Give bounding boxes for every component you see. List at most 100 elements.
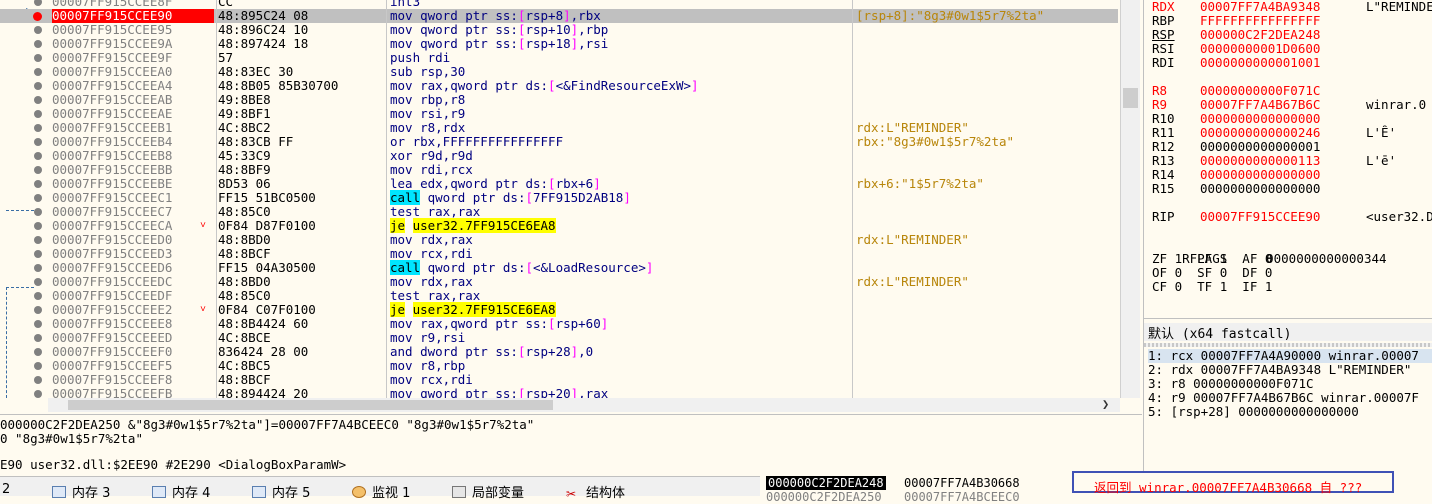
disassembly-row[interactable]: 00007FF915CCEEB4 48:83CB FF or rbx,FFFFFFF…: [0, 135, 1118, 149]
register-value[interactable]: 0000000000000246: [1200, 126, 1366, 140]
register-row[interactable]: R13 0000000000000113 L'ē': [1152, 154, 1396, 168]
breakpoint-dot-icon[interactable]: [34, 292, 42, 300]
disassembly-pane[interactable]: ▶ 00007FF915CCEE8FCCint300007FF915CCEE90…: [0, 0, 1120, 398]
breakpoint-dot-icon[interactable]: [34, 40, 42, 48]
instruction-address[interactable]: 00007FF915CCEEDF: [52, 289, 214, 303]
breakpoint-dot-icon[interactable]: [34, 110, 42, 118]
instruction-address[interactable]: 00007FF915CCEE9A: [52, 37, 214, 51]
disassembly-row[interactable]: 00007FF915CCEED6 FF15 04A30500 call qword …: [0, 260, 1118, 275]
breakpoint-dot-icon[interactable]: [34, 124, 42, 132]
instruction-address[interactable]: 00007FF915CCEEF5: [52, 359, 214, 373]
disassembly-row[interactable]: 00007FF915CCEED3 48:8BCF mov rcx,rdi: [0, 247, 1118, 261]
disassembly-row[interactable]: 00007FF915CCEEFB 48:894424 20 mov qword pt…: [0, 387, 1118, 398]
instruction-address[interactable]: 00007FF915CCEEED: [52, 331, 214, 345]
instruction-address[interactable]: 00007FF915CCEEBE: [52, 177, 214, 191]
breakpoint-dot-icon[interactable]: [34, 166, 42, 174]
register-row[interactable]: R10 0000000000000000: [1152, 112, 1366, 126]
register-value[interactable]: 00007FF915CCEE90: [1200, 210, 1366, 224]
breakpoint-dot-icon[interactable]: [34, 236, 42, 244]
disassembly-row[interactable]: 00007FF915CCEECA ˅ 0F84 D87F0100 je user32.…: [0, 218, 1118, 233]
breakpoint-dot-icon[interactable]: [34, 264, 42, 272]
instruction-address[interactable]: 00007FF915CCEEC7: [52, 205, 214, 219]
instruction-address[interactable]: 00007FF915CCEEF0: [52, 345, 214, 359]
disassembly-row[interactable]: 00007FF915CCEEB1 4C:8BC2 mov r8,rdx rdx:L"R…: [0, 121, 1118, 135]
tab-memory[interactable]: 内存 5: [252, 482, 310, 501]
instruction-address[interactable]: 00007FF915CCEEAE: [52, 107, 214, 121]
register-row[interactable]: [1152, 70, 1366, 84]
breakpoint-dot-icon[interactable]: [34, 180, 42, 188]
calling-convention-selector[interactable]: 默认 (x64 fastcall): [1144, 323, 1432, 342]
breakpoint-dot-icon[interactable]: [34, 152, 42, 160]
instruction-address[interactable]: 00007FF915CCEEDC: [52, 275, 214, 289]
disassembly-row[interactable]: 00007FF915CCEEF8 48:8BCF mov rcx,rdi: [0, 373, 1118, 387]
register-value[interactable]: 0000000000000001: [1200, 140, 1366, 154]
register-row[interactable]: [1152, 196, 1366, 210]
disassembly-row[interactable]: 00007FF915CCEEAB 49:8BE8 mov rbp,r8: [0, 93, 1118, 107]
tab-locals[interactable]: 局部变量: [452, 482, 524, 501]
registers-pane[interactable]: RDX 00007FF7A4BA9348 L"REMINDE RBP FFFFFFFFF…: [1143, 0, 1432, 318]
register-value[interactable]: FFFFFFFFFFFFFFFF: [1200, 14, 1366, 28]
breakpoint-dot-icon[interactable]: [34, 194, 42, 202]
disassembly-row[interactable]: 00007FF915CCEEDC 48:8BD0 mov rdx,rax rdx:L"…: [0, 275, 1118, 289]
argument-row[interactable]: 5: [rsp+28] 0000000000000000: [1148, 405, 1359, 419]
instruction-address[interactable]: 00007FF915CCEED0: [52, 233, 214, 247]
instruction-address[interactable]: 00007FF915CCEEBB: [52, 163, 214, 177]
breakpoint-dot-icon[interactable]: [34, 348, 42, 356]
register-row[interactable]: R11 0000000000000246 L'Ȇ': [1152, 126, 1396, 140]
instruction-address[interactable]: 00007FF915CCEECA: [52, 219, 214, 233]
instruction-address[interactable]: 00007FF915CCEEC1: [52, 191, 214, 205]
breakpoint-dot-icon[interactable]: [34, 208, 42, 216]
stack-address-selected[interactable]: 000000C2F2DEA248: [766, 476, 886, 490]
disassembly-row[interactable]: 00007FF915CCEEBE 8D53 06 lea edx,qword ptr…: [0, 177, 1118, 191]
breakpoint-dot-icon[interactable]: [34, 96, 42, 104]
disassembly-row[interactable]: 00007FF915CCEEED 4C:8BCE mov r9,rsi: [0, 331, 1118, 345]
disassembly-row[interactable]: 00007FF915CCEEE2 ˅ 0F84 C07F0100 je user32.…: [0, 302, 1118, 317]
instruction-address[interactable]: 00007FF915CCEE9F: [52, 51, 214, 65]
tab-watch[interactable]: 监视 1: [352, 482, 410, 501]
register-row[interactable]: R12 0000000000000001: [1152, 140, 1366, 154]
register-value[interactable]: 00007FF7A4BA9348: [1200, 0, 1366, 14]
instruction-address[interactable]: 00007FF915CCEEB8: [52, 149, 214, 163]
register-row[interactable]: R15 0000000000000000: [1152, 182, 1366, 196]
disassembly-row[interactable]: 00007FF915CCEEF5 4C:8BC5 mov r8,rbp: [0, 359, 1118, 373]
register-row[interactable]: RDX 00007FF7A4BA9348 L"REMINDE: [1152, 0, 1432, 14]
stack-dump[interactable]: 000000C2F2DEA248 00007FF7A4B30668 000000…: [762, 476, 1066, 504]
disassembly-row[interactable]: 00007FF915CCEEA0 48:83EC 30 sub rsp,30: [0, 65, 1118, 79]
jump-fold-icon[interactable]: ˅: [200, 219, 206, 233]
register-row[interactable]: RDI 0000000000001001: [1152, 56, 1366, 70]
instruction-address[interactable]: 00007FF915CCEED3: [52, 247, 214, 261]
disassembly-row[interactable]: 00007FF915CCEEBB 48:8BF9 mov rdi,rcx: [0, 163, 1118, 177]
disassembly-row[interactable]: 00007FF915CCEEAE 49:8BF1 mov rsi,r9: [0, 107, 1118, 121]
call-args-pane[interactable]: 默认 (x64 fastcall) 1: rcx 00007FF7A4A9000…: [1143, 318, 1432, 476]
disassembly-row[interactable]: 00007FF915CCEED0 48:8BD0 mov rdx,rax rdx:L"…: [0, 233, 1118, 247]
register-row[interactable]: RSI 00000000001D0600: [1152, 42, 1366, 56]
disassembly-row[interactable]: 00007FF915CCEE95 48:896C24 10 mov qword pt…: [0, 23, 1118, 37]
disassembly-row[interactable]: 00007FF915CCEEB8 45:33C9 xor r9d,r9d: [0, 149, 1118, 163]
stack-address[interactable]: 000000C2F2DEA250: [766, 490, 882, 504]
instruction-address[interactable]: 00007FF915CCEEFB: [52, 387, 214, 399]
disassembly-row[interactable]: 00007FF915CCEE90 48:895C24 08 mov qword pt…: [0, 9, 1118, 23]
disassembly-row[interactable]: 00007FF915CCEEDF 48:85C0 test rax,rax: [0, 289, 1118, 303]
flags-row[interactable]: ZF 1 PF 1 AF 0: [1152, 252, 1272, 266]
breakpoint-dot-icon[interactable]: [34, 376, 42, 384]
register-value[interactable]: 0000000000000000: [1200, 112, 1366, 126]
register-row[interactable]: R9 00007FF7A4B67B6C winrar.0: [1152, 98, 1426, 112]
register-value[interactable]: 0000000000000000: [1200, 168, 1366, 182]
breakpoint-hit-icon[interactable]: [33, 12, 42, 21]
instruction-address[interactable]: 00007FF915CCEEE2: [52, 303, 214, 317]
instruction-address[interactable]: 00007FF915CCEEB4: [52, 135, 214, 149]
scroll-right-icon[interactable]: ❯: [1102, 397, 1109, 411]
breakpoint-dot-icon[interactable]: [34, 26, 42, 34]
breakpoint-dot-icon[interactable]: [34, 390, 42, 398]
register-value[interactable]: 0000000000000000: [1200, 182, 1366, 196]
instruction-address[interactable]: 00007FF915CCEE95: [52, 23, 214, 37]
instruction-address[interactable]: 00007FF915CCEEAB: [52, 93, 214, 107]
instruction-address[interactable]: 00007FF915CCEED6: [52, 261, 214, 275]
breakpoint-dot-icon[interactable]: [34, 138, 42, 146]
disassembly-row[interactable]: 00007FF915CCEE9A 48:897424 18 mov qword pt…: [0, 37, 1118, 51]
breakpoint-dot-icon[interactable]: [34, 222, 42, 230]
disassembly-row[interactable]: 00007FF915CCEEA4 48:8B05 85B30700 mov rax,…: [0, 79, 1118, 93]
breakpoint-dot-icon[interactable]: [34, 82, 42, 90]
tab-memory-2[interactable]: 2: [2, 482, 10, 497]
stack-value[interactable]: 00007FF7A4BCEEC0: [904, 490, 1020, 504]
